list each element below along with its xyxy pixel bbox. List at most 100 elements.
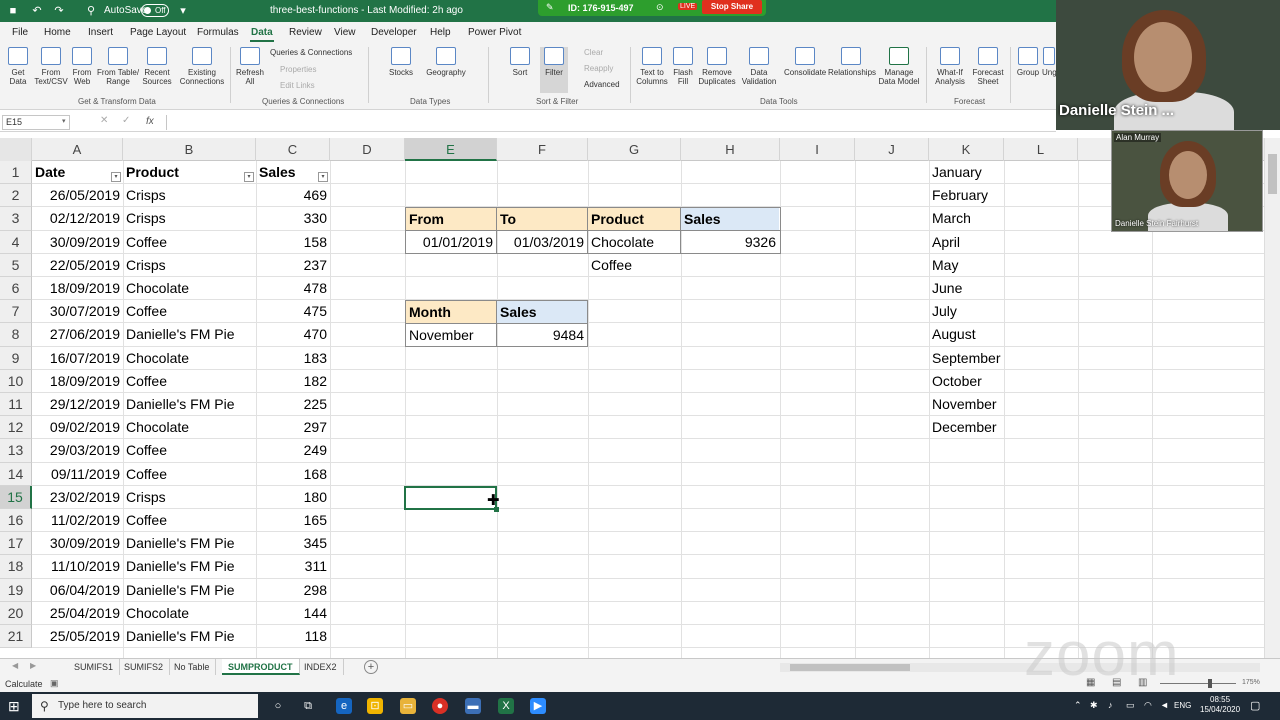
search-icon[interactable]: ⚲ [84, 4, 98, 18]
taskbar-search[interactable]: ⚲ Type here to search [32, 694, 258, 718]
product-cell[interactable]: Coffee [123, 509, 256, 531]
product-cell[interactable]: Coffee [123, 300, 256, 322]
row-header-4[interactable]: 4 [0, 230, 32, 254]
reapply-button[interactable]: Reapply [584, 64, 613, 73]
wifi-icon[interactable]: ◠ [1144, 700, 1152, 711]
forecast-sheet-button[interactable]: Forecast Sheet [972, 47, 1004, 86]
row-header-20[interactable]: 20 [0, 601, 32, 625]
filter-dropdown-icon[interactable]: ▾ [318, 172, 328, 182]
sheet-tab-no-table[interactable]: No Table [168, 659, 217, 675]
product-cell[interactable]: Coffee [123, 370, 256, 392]
tab-help[interactable]: Help [430, 27, 451, 38]
month-list-item[interactable]: June [929, 277, 1017, 299]
taskbar-clock[interactable]: 08:55 15/04/2020 [1200, 695, 1240, 715]
autosave-toggle[interactable]: Off [141, 4, 169, 17]
column-header-b[interactable]: B [123, 138, 256, 161]
prev-sheet-icon[interactable]: ◀ [12, 661, 18, 670]
tab-review[interactable]: Review [289, 27, 322, 38]
get-data-button[interactable]: Get Data [4, 47, 32, 86]
enter-icon[interactable]: ✓ [122, 115, 130, 126]
what-if-analysis-button[interactable]: What-If Analysis [932, 47, 968, 86]
sales-cell[interactable]: 478 [256, 277, 330, 299]
stop-share-button[interactable]: Stop Share [702, 0, 762, 14]
column-header-c[interactable]: C [256, 138, 330, 161]
column-header-h[interactable]: H [681, 138, 780, 161]
geography-button[interactable]: Geography [426, 47, 466, 77]
product-cell[interactable]: Chocolate [123, 347, 256, 369]
sales-cell[interactable]: 144 [256, 602, 330, 624]
sheet-tab-sumifs1[interactable]: SUMIFS1 [68, 659, 121, 675]
sales-cell[interactable]: 158 [256, 231, 330, 253]
filter-dropdown-icon[interactable]: ▾ [244, 172, 254, 182]
product-cell[interactable]: Danielle's FM Pie [123, 579, 256, 601]
cortana-icon[interactable]: ○ [270, 698, 286, 714]
date-cell[interactable]: 11/10/2019 [32, 555, 123, 577]
cancel-icon[interactable]: ✕ [100, 115, 108, 126]
product-cell[interactable]: Crisps [123, 254, 256, 276]
month-list-item[interactable]: July [929, 300, 1017, 322]
column-header-f[interactable]: F [497, 138, 588, 161]
save-icon[interactable]: ■ [6, 4, 20, 18]
date-cell[interactable]: 25/04/2019 [32, 602, 123, 624]
row-header-14[interactable]: 14 [0, 462, 32, 486]
existing-connections-button[interactable]: Existing Connections [178, 47, 226, 86]
row-header-12[interactable]: 12 [0, 416, 32, 440]
date-cell[interactable]: 30/09/2019 [32, 532, 123, 554]
date-cell[interactable]: 16/07/2019 [32, 347, 123, 369]
column-header-a[interactable]: A [32, 138, 123, 161]
vertical-scrollbar[interactable] [1264, 138, 1280, 658]
sales-cell[interactable]: 182 [256, 370, 330, 392]
tray-icon[interactable]: ✱ [1090, 700, 1098, 711]
edge-icon[interactable]: e [336, 698, 352, 714]
group-button[interactable]: Group [1014, 47, 1042, 77]
windows-start-icon[interactable]: ⊞ [8, 698, 24, 714]
row-header-19[interactable]: 19 [0, 578, 32, 602]
row-header-8[interactable]: 8 [0, 323, 32, 347]
tab-developer[interactable]: Developer [371, 27, 417, 38]
date-cell[interactable]: 26/05/2019 [32, 184, 123, 206]
month-list-item[interactable]: March [929, 207, 1017, 229]
row-header-10[interactable]: 10 [0, 369, 32, 393]
battery-icon[interactable]: ▭ [1126, 700, 1135, 711]
text-to-columns-button[interactable]: Text to Columns [636, 47, 668, 86]
sheet-tab-index2[interactable]: INDEX2 [298, 659, 344, 675]
redo-icon[interactable]: ↷ [52, 4, 66, 18]
product-cell[interactable]: Danielle's FM Pie [123, 393, 256, 415]
formula-input[interactable] [166, 115, 1054, 130]
tab-view[interactable]: View [334, 27, 356, 38]
date-cell[interactable]: 23/02/2019 [32, 486, 123, 508]
date-cell[interactable]: 06/04/2019 [32, 579, 123, 601]
product-cell[interactable]: Crisps [123, 486, 256, 508]
row-header-11[interactable]: 11 [0, 393, 32, 417]
row-header-15[interactable]: 15 [0, 485, 32, 509]
row-header-13[interactable]: 13 [0, 439, 32, 463]
tray-chevron-icon[interactable]: ⌃ [1074, 700, 1082, 711]
chevron-down-icon[interactable]: ▾ [62, 117, 66, 125]
row-header-7[interactable]: 7 [0, 300, 32, 324]
date-cell[interactable]: 29/12/2019 [32, 393, 123, 415]
manage-data-model-button[interactable]: Manage Data Model [878, 47, 920, 86]
date-cell[interactable]: 30/09/2019 [32, 231, 123, 253]
sales-cell[interactable]: 297 [256, 416, 330, 438]
month-list-item[interactable]: November [929, 393, 1017, 415]
tab-formulas[interactable]: Formulas [197, 27, 239, 38]
zoom-slider-thumb[interactable] [1208, 679, 1212, 688]
date-cell[interactable]: 02/12/2019 [32, 207, 123, 229]
from-text-button[interactable]: From Text/CSV [34, 47, 68, 86]
month-list-item[interactable]: December [929, 416, 1017, 438]
language-indicator[interactable]: ENG [1174, 701, 1191, 710]
month-list-item[interactable]: February [929, 184, 1017, 206]
row-header-17[interactable]: 17 [0, 532, 32, 556]
zoom-level[interactable]: 175% [1242, 679, 1260, 686]
date-cell[interactable]: 22/05/2019 [32, 254, 123, 276]
sales-cell[interactable]: 168 [256, 463, 330, 485]
product-cell[interactable]: Crisps [123, 184, 256, 206]
date-cell[interactable]: 09/02/2019 [32, 416, 123, 438]
customize-qat-icon[interactable]: ▾ [176, 4, 190, 18]
selected-cell[interactable] [404, 486, 497, 510]
column-header-d[interactable]: D [330, 138, 405, 161]
app-icon[interactable]: ▬ [465, 698, 481, 714]
notification-icon[interactable]: ▢ [1250, 699, 1260, 712]
edit-links-button[interactable]: Edit Links [280, 81, 315, 90]
sales-cell[interactable]: 345 [256, 532, 330, 554]
